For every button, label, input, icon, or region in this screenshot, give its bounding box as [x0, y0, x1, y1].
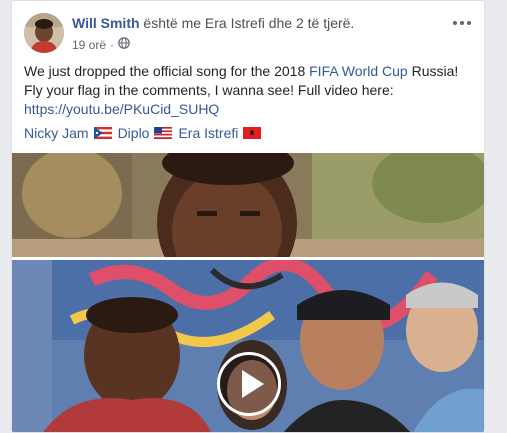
fifa-world-cup-link[interactable]: FIFA World Cup: [309, 63, 408, 79]
author-avatar[interactable]: [24, 13, 64, 53]
usa-flag-icon: [154, 127, 173, 139]
puerto-rico-flag-icon: [93, 127, 112, 139]
tag-era-istrefi[interactable]: Era Istrefi: [178, 125, 238, 141]
video-thumbnail-top[interactable]: [12, 153, 484, 257]
with-text[interactable]: është me Era Istrefi dhe 2 të tjerë.: [140, 15, 354, 31]
meta-separator: ·: [110, 37, 115, 52]
post-message: We just dropped the official song for th…: [24, 62, 476, 119]
tag-diplo[interactable]: Diplo: [118, 125, 150, 141]
author-line: Will Smith është me Era Istrefi dhe 2 të…: [72, 15, 354, 31]
message-line1-start: We just dropped the official song for th…: [24, 63, 310, 79]
message-line2: Fly your flag in the comments, I wanna s…: [24, 82, 394, 98]
play-icon[interactable]: [217, 352, 281, 416]
post-header: Will Smith është me Era Istrefi dhe 2 të…: [12, 1, 484, 61]
globe-icon[interactable]: [118, 37, 130, 52]
post-timestamp[interactable]: 19 orë: [72, 38, 106, 52]
tag-nicky-jam[interactable]: Nicky Jam: [24, 125, 89, 141]
more-options-icon[interactable]: [450, 13, 474, 33]
author-name[interactable]: Will Smith: [72, 15, 140, 31]
tagged-people: Nicky Jam Diplo Era Istrefi: [24, 125, 267, 141]
post-card: Will Smith është me Era Istrefi dhe 2 të…: [11, 0, 485, 433]
post-meta: 19 orë ·: [72, 37, 130, 52]
albania-flag-icon: [243, 127, 262, 139]
video-link[interactable]: https://youtu.be/PKuCid_SUHQ: [24, 101, 219, 117]
message-line1-end: Russia!: [407, 63, 459, 79]
